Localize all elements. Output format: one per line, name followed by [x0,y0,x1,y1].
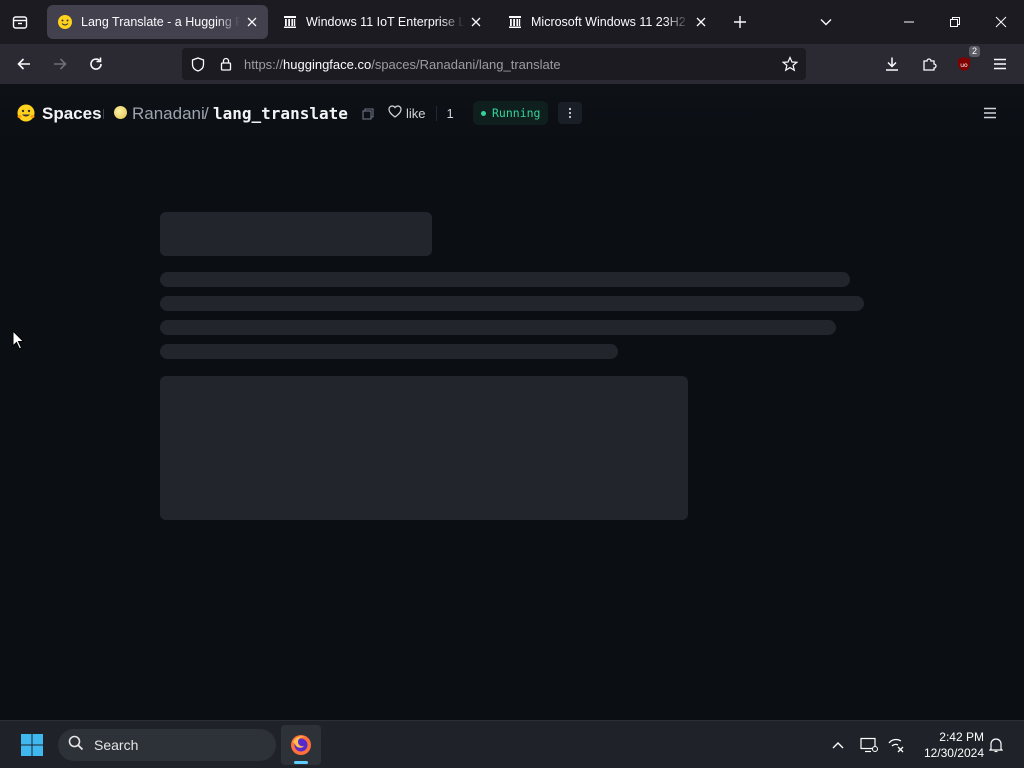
status-dot [481,110,486,116]
skeleton-line-placeholder [160,272,850,287]
hf-space-header: Spaces Ranadani / lang_translate like 1 … [0,84,1024,142]
close-tab-icon[interactable] [244,14,260,30]
skeleton-line-placeholder [160,296,864,311]
close-tab-icon[interactable] [468,14,484,30]
forward-arrow-icon[interactable] [48,52,72,76]
like-button[interactable]: like 1 [388,100,454,126]
windows-start-icon[interactable] [20,733,44,757]
restore-icon[interactable] [943,10,967,34]
skeleton-block-placeholder [160,376,688,520]
header-divider [103,109,104,119]
tab-windows-11-iot[interactable]: Windows 11 IoT Enterprise LTSC [272,5,492,39]
active-app-indicator [294,761,308,764]
notification-bell-icon[interactable] [986,735,1006,755]
search-icon [68,735,84,756]
clock-time: 2:42 PM [939,730,984,744]
close-window-icon[interactable] [989,10,1013,34]
monitor-icon[interactable] [859,735,879,755]
svg-text:uo: uo [960,62,968,69]
firefox-taskbar-icon[interactable] [281,725,321,765]
status-text: Running [492,106,541,120]
tab-title: Microsoft Windows 11 23H2 Gaming [531,15,689,29]
browser-tab-strip: Lang Translate - a Hugging Face Space Wi… [0,0,1024,44]
url-domain: huggingface.co [283,56,372,72]
owner-link[interactable]: Ranadani [132,104,205,124]
address-bar[interactable]: https://huggingface.co/spaces/Ranadani/l… [182,48,806,80]
bookmark-star-icon[interactable] [780,54,800,74]
network-disconnected-icon[interactable] [886,735,906,755]
app-menu-icon[interactable] [988,52,1012,76]
mouse-pointer-icon [12,329,26,350]
minimize-icon[interactable] [897,10,921,34]
skeleton-line-placeholder [160,320,836,335]
status-badge[interactable]: Running [473,101,549,125]
ublock-origin-icon[interactable]: uo 2 [952,46,980,76]
copy-icon[interactable] [362,107,376,121]
shield-icon[interactable] [188,54,208,74]
windows-taskbar: Search 2:42 PM 12/30/2024 [0,720,1024,768]
chevron-up-icon[interactable] [828,735,848,755]
heart-icon [388,105,402,121]
repo-name-link[interactable]: lang_translate [213,104,348,123]
like-count: 1 [435,105,454,121]
tab-windows-11-23h2[interactable]: Microsoft Windows 11 23H2 Gaming [497,5,717,39]
close-tab-icon[interactable] [693,14,709,30]
hugging-face-logo-icon[interactable] [16,103,36,123]
skeleton-title-placeholder [160,212,432,256]
chevron-down-icon[interactable] [814,10,838,34]
archive-org-icon [507,14,523,30]
lock-icon[interactable] [216,54,236,74]
owner-avatar[interactable] [114,106,127,119]
more-options-icon[interactable] [558,102,582,124]
extensions-puzzle-icon[interactable] [917,52,941,76]
taskbar-clock[interactable]: 2:42 PM 12/30/2024 [914,729,984,761]
downloads-icon[interactable] [880,52,904,76]
clock-date: 12/30/2024 [923,746,984,760]
taskbar-search[interactable]: Search [58,729,276,761]
tab-list-icon[interactable] [8,10,32,34]
reload-icon[interactable] [84,52,108,76]
browser-nav-bar: https://huggingface.co/spaces/Ranadani/l… [0,44,1024,84]
hamburger-menu-icon[interactable] [980,104,1000,122]
new-tab-icon[interactable] [728,10,752,34]
extension-badge: 2 [968,46,980,57]
url-text[interactable]: https://huggingface.co/spaces/Ranadani/l… [244,57,561,72]
hugging-face-emoji-icon [57,14,73,30]
path-separator: / [204,104,209,123]
like-label: like [406,105,426,121]
tab-title: Windows 11 IoT Enterprise LTSC [306,15,464,29]
search-placeholder: Search [94,737,139,753]
url-scheme: https:// [244,56,284,72]
skeleton-line-placeholder [160,344,618,359]
url-path: /spaces/Ranadani/lang_translate [371,56,561,72]
tab-lang-translate[interactable]: Lang Translate - a Hugging Face Space [47,5,268,39]
spaces-link[interactable]: Spaces [42,104,102,124]
back-arrow-icon[interactable] [12,52,36,76]
tab-title: Lang Translate - a Hugging Face Space [81,15,240,29]
archive-org-icon [282,14,298,30]
